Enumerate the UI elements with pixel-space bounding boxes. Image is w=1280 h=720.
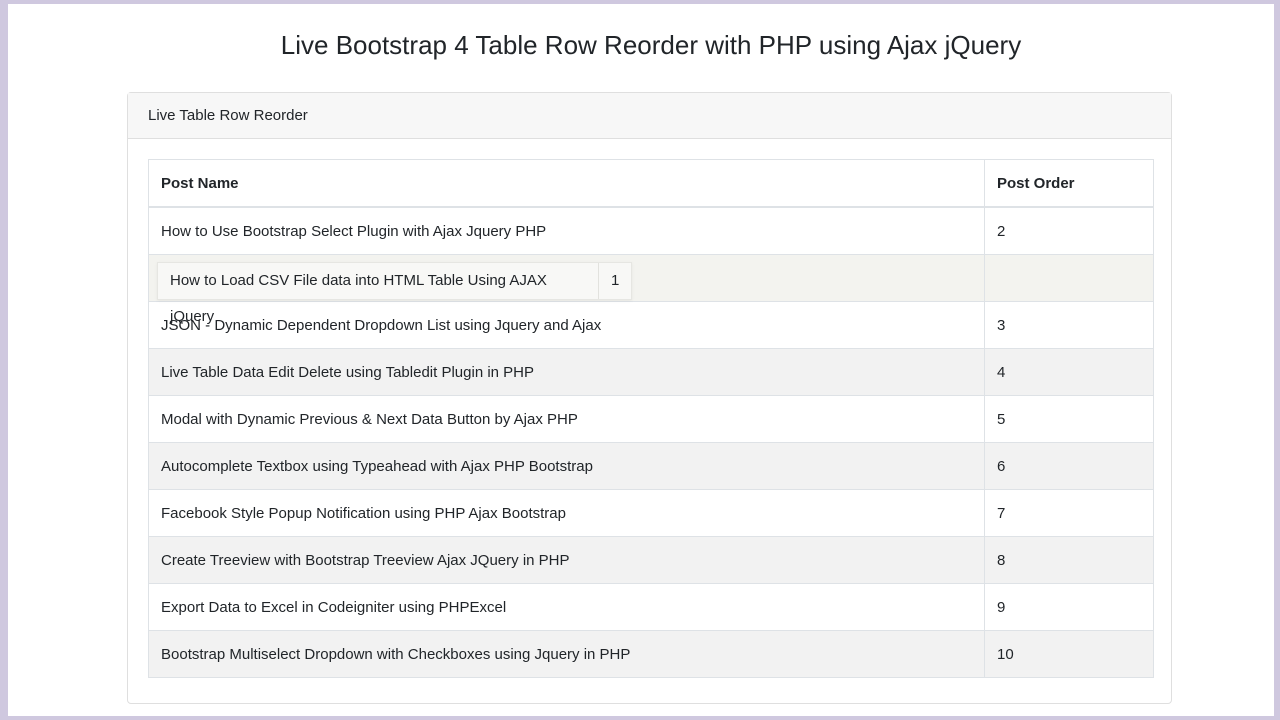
table-row[interactable]: How to Use Bootstrap Select Plugin with … [148, 206, 1154, 255]
post-order-cell: 8 [984, 536, 1154, 584]
table-row[interactable]: Facebook Style Popup Notification using … [148, 489, 1154, 537]
table-header-row: Post Name Post Order [148, 159, 1154, 208]
post-name-cell: Facebook Style Popup Notification using … [148, 489, 985, 537]
post-name-cell: How to Use Bootstrap Select Plugin with … [148, 206, 985, 255]
dragging-row[interactable]: How to Load CSV File data into HTML Tabl… [157, 262, 632, 325]
frame-bottom [0, 716, 1280, 720]
post-order-cell: 4 [984, 348, 1154, 396]
post-order-cell: 2 [984, 206, 1154, 255]
post-order-cell: 7 [984, 489, 1154, 537]
post-name-cell: Export Data to Excel in Codeigniter usin… [148, 583, 985, 631]
table-row[interactable]: Autocomplete Textbox using Typeahead wit… [148, 442, 1154, 490]
post-name-cell: Autocomplete Textbox using Typeahead wit… [148, 442, 985, 490]
card-header: Live Table Row Reorder [128, 93, 1171, 139]
table-row[interactable]: JSON - Dynamic Dependent Dropdown List u… [148, 301, 1154, 349]
frame-top [0, 0, 1280, 4]
post-order-cell: 5 [984, 395, 1154, 443]
post-name-cell: JSON - Dynamic Dependent Dropdown List u… [148, 301, 985, 349]
table-row[interactable]: Modal with Dynamic Previous & Next Data … [148, 395, 1154, 443]
post-order-cell [984, 254, 1154, 302]
dragging-row-order: 1 [611, 272, 620, 289]
post-name-cell: Modal with Dynamic Previous & Next Data … [148, 395, 985, 443]
column-header-post-order: Post Order [984, 159, 1154, 208]
dragging-row-name: How to Load CSV File data into HTML Tabl… [158, 263, 599, 325]
post-name-cell: Live Table Data Edit Delete using Tabled… [148, 348, 985, 396]
table-row[interactable]: Export Data to Excel in Codeigniter usin… [148, 583, 1154, 631]
page-title: Live Bootstrap 4 Table Row Reorder with … [280, 30, 1022, 60]
table-row[interactable]: Bootstrap Multiselect Dropdown with Chec… [148, 630, 1154, 678]
post-name-cell: Create Treeview with Bootstrap Treeview … [148, 536, 985, 584]
post-order-cell: 6 [984, 442, 1154, 490]
frame-right [1274, 0, 1280, 720]
post-order-cell: 9 [984, 583, 1154, 631]
reorder-card: Live Table Row Reorder Post Name Post Or… [127, 92, 1172, 704]
table-row[interactable]: Live Table Data Edit Delete using Tabled… [148, 348, 1154, 396]
table-row[interactable]: Create Treeview with Bootstrap Treeview … [148, 536, 1154, 584]
column-header-post-name: Post Name [148, 159, 985, 208]
post-order-cell: 3 [984, 301, 1154, 349]
post-order-cell: 10 [984, 630, 1154, 678]
table-wrap: Post Name Post Order How to Use Bootstra… [148, 159, 1154, 678]
post-name-cell: Bootstrap Multiselect Dropdown with Chec… [148, 630, 985, 678]
post-table: Post Name Post Order How to Use Bootstra… [148, 159, 1154, 678]
frame-left [0, 0, 8, 720]
